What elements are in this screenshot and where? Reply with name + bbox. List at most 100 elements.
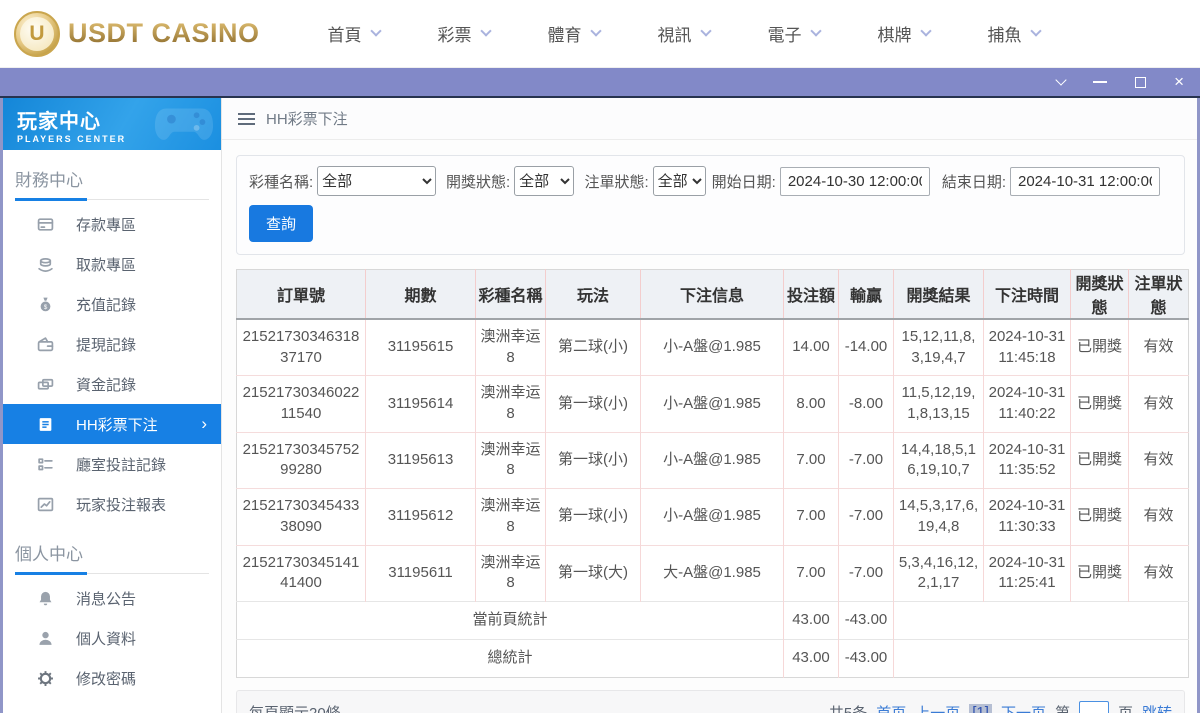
sidebar-item-hh-lottery-bets[interactable]: HH彩票下注 › bbox=[3, 404, 221, 444]
nav-label: 彩票 bbox=[437, 26, 472, 45]
top-bar: U USDT CASINO 首頁 彩票 體育 視訊 電子 棋牌 捕魚 bbox=[0, 0, 1200, 68]
gamepad-icon bbox=[154, 108, 214, 140]
table-cell: 8.00 bbox=[783, 375, 839, 433]
sidebar-item-withdraw-area[interactable]: 取款專區 bbox=[3, 244, 221, 284]
nav-item-home[interactable]: 首頁 bbox=[328, 21, 382, 46]
sidebar-item-notice[interactable]: 消息公告 bbox=[3, 578, 221, 618]
lottery-name-select[interactable]: 全部 bbox=[317, 166, 436, 196]
sidebar-item-player-bet-report[interactable]: 玩家投注報表 bbox=[3, 484, 221, 524]
summary-row: 總統計 43.00 -43.00 bbox=[236, 638, 1189, 678]
nav-item-live[interactable]: 視訊 bbox=[658, 21, 712, 46]
table-cell: 2152173034631837170 bbox=[236, 318, 366, 376]
end-date-label: 結束日期: bbox=[941, 173, 1006, 191]
table-cell: 第一球(小) bbox=[545, 375, 641, 433]
table-cell: 小-A盤@1.985 bbox=[640, 488, 784, 545]
table-cell: 31195614 bbox=[365, 375, 476, 433]
nav-item-slots[interactable]: 電子 bbox=[767, 21, 822, 46]
nav-item-fishing[interactable]: 捕魚 bbox=[988, 21, 1042, 46]
bet-status-label: 注單狀態: bbox=[584, 173, 649, 191]
wallet-icon bbox=[37, 336, 54, 353]
search-button[interactable]: 查詢 bbox=[249, 205, 314, 242]
total-count: 共5条 bbox=[829, 702, 867, 713]
minimize-button[interactable] bbox=[1093, 81, 1108, 83]
chevron-down-icon bbox=[479, 25, 492, 37]
chevron-down-icon bbox=[699, 25, 712, 37]
summary-label: 總統計 bbox=[236, 638, 784, 678]
sidebar-item-funds-record[interactable]: 資金記錄 bbox=[3, 364, 221, 404]
table-cell: 2024-10-31 11:30:33 bbox=[983, 488, 1071, 545]
current-page-badge: [1] bbox=[969, 704, 992, 713]
column-header: 下注信息 bbox=[640, 269, 784, 320]
summary-row: 當前頁統計 43.00 -43.00 bbox=[236, 600, 1189, 640]
table-body: 2152173034631837170 31195615 澳洲幸运8 第二球(小) 小-… bbox=[236, 318, 1189, 678]
prev-page-link[interactable]: 上一页 bbox=[915, 702, 960, 713]
close-button[interactable]: × bbox=[1174, 73, 1184, 90]
sidebar-section-title: 財務中心 bbox=[15, 171, 83, 190]
column-header: 開獎狀態 bbox=[1070, 269, 1129, 320]
table-cell: 31195612 bbox=[365, 488, 476, 545]
table-cell: 已開獎 bbox=[1070, 318, 1129, 376]
nav-item-sports[interactable]: 體育 bbox=[548, 21, 602, 46]
nav-item-cards[interactable]: 棋牌 bbox=[878, 21, 932, 46]
page-jump-input[interactable] bbox=[1078, 701, 1109, 713]
chevron-down-icon bbox=[1029, 25, 1042, 37]
table-cell: 14.00 bbox=[783, 318, 839, 376]
collapse-button[interactable] bbox=[1055, 74, 1067, 86]
summary-win-loss: -43.00 bbox=[838, 600, 894, 640]
table-header-row: 訂單號 期數 彩種名稱 玩法 下注信息 投注額 輸贏 開獎結果 下注時間 開獎狀態 注單狀態 bbox=[236, 269, 1189, 320]
table-cell: 2152173034602211540 bbox=[236, 375, 366, 433]
table-row: 2152173034543338090 31195612 澳洲幸运8 第一球(小) 小-… bbox=[236, 488, 1189, 545]
window-titlebar: × bbox=[0, 68, 1200, 98]
table-cell: 已開獎 bbox=[1070, 375, 1129, 433]
table-cell: 澳洲幸运8 bbox=[475, 544, 546, 602]
table-cell: -7.00 bbox=[838, 488, 894, 545]
coins-icon bbox=[37, 376, 54, 393]
table-cell: 有效 bbox=[1128, 488, 1189, 545]
hamburger-menu-icon[interactable] bbox=[238, 112, 255, 125]
bet-status-select[interactable]: 全部 bbox=[652, 166, 706, 196]
sidebar-item-withdraw-record[interactable]: 提現記錄 bbox=[3, 324, 221, 364]
nav-item-lottery[interactable]: 彩票 bbox=[437, 21, 492, 46]
table-cell: -7.00 bbox=[838, 544, 894, 602]
table-cell: 31195613 bbox=[365, 431, 476, 489]
next-page-link[interactable]: 下一页 bbox=[1001, 702, 1046, 713]
page-title: HH彩票下注 bbox=[266, 111, 348, 128]
money-bag-icon: $ bbox=[37, 296, 54, 313]
sidebar-item-recharge-record[interactable]: $ 充值記錄 bbox=[3, 284, 221, 324]
jump-button[interactable]: 跳转 bbox=[1142, 702, 1172, 713]
table-cell: 31195611 bbox=[365, 544, 476, 602]
table-cell: 有效 bbox=[1128, 544, 1189, 602]
sidebar-item-hall-bet-record[interactable]: 廳室投註記錄 bbox=[3, 444, 221, 484]
filter-panel: 彩種名稱: 全部 開獎狀態: 全部 注單狀態: 全部 開始日期: 結束日期: 查… bbox=[236, 155, 1185, 255]
column-header: 期數 bbox=[365, 269, 476, 320]
table-row: 2152173034575299280 31195613 澳洲幸运8 第一球(小) 小-… bbox=[236, 431, 1189, 489]
table-cell: 小-A盤@1.985 bbox=[640, 375, 784, 433]
main-panel: HH彩票下注 彩種名稱: 全部 開獎狀態: 全部 注單狀態: 全部 開始日期: … bbox=[222, 98, 1197, 713]
table-cell: 7.00 bbox=[783, 544, 839, 602]
start-date-label: 開始日期: bbox=[711, 173, 776, 191]
table-cell: 有效 bbox=[1128, 318, 1189, 376]
table-cell: 2152173034575299280 bbox=[236, 431, 366, 489]
column-header: 彩種名稱 bbox=[475, 269, 546, 320]
table-row: 2152173034514141400 31195611 澳洲幸运8 第一球(大) 大-… bbox=[236, 544, 1189, 602]
pagination: 共5条 首页 上一页 [1] 下一页 第 页 跳转 bbox=[829, 701, 1172, 713]
table-cell: -7.00 bbox=[838, 431, 894, 489]
sidebar-item-profile[interactable]: 個人資料 bbox=[3, 618, 221, 658]
table-cell: 澳洲幸运8 bbox=[475, 488, 546, 545]
first-page-link[interactable]: 首页 bbox=[876, 702, 906, 713]
minimize-icon bbox=[1093, 81, 1108, 83]
table-row: 2152173034631837170 31195615 澳洲幸运8 第二球(小) 小-… bbox=[236, 318, 1189, 376]
draw-status-select[interactable]: 全部 bbox=[514, 166, 575, 196]
maximize-button[interactable] bbox=[1135, 76, 1147, 88]
chevron-down-icon bbox=[809, 25, 822, 37]
draw-status-label: 開獎狀態: bbox=[445, 173, 511, 191]
start-date-input[interactable] bbox=[779, 166, 930, 196]
withdraw-hand-icon bbox=[37, 256, 54, 273]
nav-label: 電子 bbox=[767, 26, 802, 45]
table-cell: 2024-10-31 11:35:52 bbox=[983, 431, 1071, 489]
sidebar-item-change-password[interactable]: 修改密碼 bbox=[3, 658, 221, 698]
top-nav: 首頁 彩票 體育 視訊 電子 棋牌 捕魚 bbox=[328, 21, 1042, 46]
end-date-input[interactable] bbox=[1010, 166, 1160, 196]
chevron-down-icon bbox=[1055, 74, 1067, 86]
sidebar-item-deposit-area[interactable]: 存款專區 bbox=[3, 204, 221, 244]
